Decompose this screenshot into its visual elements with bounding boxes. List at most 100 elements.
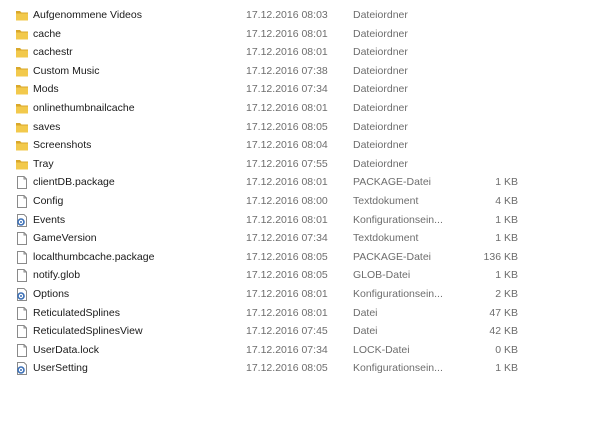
- list-item[interactable]: Custom Music 17.12.2016 07:38 Dateiordne…: [0, 62, 600, 81]
- file-name: Options: [33, 287, 70, 300]
- file-name: Screenshots: [33, 139, 92, 152]
- file-name: GameVersion: [33, 232, 97, 245]
- file-type: Konfigurationsein...: [353, 287, 443, 300]
- file-size: 2 KB: [495, 287, 518, 300]
- file-size: 1 KB: [495, 269, 518, 282]
- file-size: 47 KB: [489, 306, 518, 319]
- list-item[interactable]: cache 17.12.2016 08:01 Dateiordner: [0, 25, 600, 44]
- file-date-modified: 17.12.2016 08:05: [246, 120, 328, 133]
- file-type: Dateiordner: [353, 46, 408, 59]
- file-size: 42 KB: [489, 325, 518, 338]
- file-type: Konfigurationsein...: [353, 213, 443, 226]
- folder-icon: [15, 102, 29, 115]
- file-name: notify.glob: [33, 269, 81, 282]
- list-item[interactable]: saves 17.12.2016 08:05 Dateiordner: [0, 118, 600, 137]
- folder-icon: [15, 65, 29, 78]
- file-type: Datei: [353, 306, 378, 319]
- file-name: Events: [33, 213, 66, 226]
- file-type: PACKAGE-Datei: [353, 176, 431, 189]
- file-name: ReticulatedSplines: [33, 306, 120, 319]
- list-item[interactable]: Tray 17.12.2016 07:55 Dateiordner: [0, 155, 600, 174]
- file-size: 1 KB: [495, 213, 518, 226]
- list-item[interactable]: UserSetting 17.12.2016 08:05 Konfigurati…: [0, 359, 600, 378]
- file-type: GLOB-Datei: [353, 269, 411, 282]
- list-item[interactable]: Events 17.12.2016 08:01 Konfigurationsei…: [0, 211, 600, 230]
- file-type: Dateiordner: [353, 139, 408, 152]
- file-type: Dateiordner: [353, 101, 408, 114]
- list-item[interactable]: Options 17.12.2016 08:01 Konfigurationse…: [0, 285, 600, 304]
- folder-icon: [15, 139, 29, 152]
- file-icon: [15, 194, 29, 208]
- file-name: cachestr: [33, 46, 73, 59]
- file-date-modified: 17.12.2016 08:03: [246, 9, 328, 21]
- file-date-modified: 17.12.2016 08:04: [246, 139, 328, 152]
- file-type: Datei: [353, 325, 378, 338]
- file-date-modified: 17.12.2016 08:05: [246, 250, 328, 263]
- file-date-modified: 17.12.2016 08:01: [246, 101, 328, 114]
- file-date-modified: 17.12.2016 07:34: [246, 232, 328, 245]
- file-size: 1 KB: [495, 232, 518, 245]
- list-item[interactable]: cachestr 17.12.2016 08:01 Dateiordner: [0, 43, 600, 62]
- file-date-modified: 17.12.2016 07:55: [246, 157, 328, 170]
- file-date-modified: 17.12.2016 08:05: [246, 269, 328, 282]
- file-type: Dateiordner: [353, 64, 408, 77]
- file-date-modified: 17.12.2016 07:34: [246, 343, 328, 356]
- file-type: Dateiordner: [353, 27, 408, 40]
- file-type: Textdokument: [353, 232, 419, 245]
- file-date-modified: 17.12.2016 07:45: [246, 325, 328, 338]
- file-name: Mods: [33, 83, 59, 96]
- list-item[interactable]: localthumbcache.package 17.12.2016 08:05…: [0, 248, 600, 267]
- file-name: Custom Music: [33, 64, 100, 77]
- file-date-modified: 17.12.2016 07:38: [246, 64, 328, 77]
- list-item[interactable]: GameVersion 17.12.2016 07:34 Textdokumen…: [0, 229, 600, 248]
- file-type: Dateiordner: [353, 9, 408, 21]
- list-item[interactable]: Screenshots 17.12.2016 08:04 Dateiordner: [0, 136, 600, 155]
- file-icon: [15, 343, 29, 357]
- file-name: saves: [33, 120, 61, 133]
- file-icon: [15, 325, 29, 339]
- list-item[interactable]: clientDB.package 17.12.2016 08:01 PACKAG…: [0, 173, 600, 192]
- file-name: onlinethumbnailcache: [33, 101, 135, 114]
- file-type: Dateiordner: [353, 83, 408, 96]
- list-item[interactable]: Config 17.12.2016 08:00 Textdokument 4 K…: [0, 192, 600, 211]
- settings-file-icon: [15, 362, 29, 376]
- settings-file-icon: [15, 287, 29, 301]
- file-date-modified: 17.12.2016 08:05: [246, 362, 328, 375]
- file-icon: [15, 306, 29, 320]
- folder-icon: [15, 9, 29, 22]
- settings-file-icon: [15, 213, 29, 227]
- file-name: Aufgenommene Videos: [33, 9, 142, 21]
- list-item[interactable]: notify.glob 17.12.2016 08:05 GLOB-Datei …: [0, 266, 600, 285]
- list-item[interactable]: Mods 17.12.2016 07:34 Dateiordner: [0, 80, 600, 99]
- file-type: Textdokument: [353, 194, 419, 207]
- file-size: 1 KB: [495, 362, 518, 375]
- file-size: 1 KB: [495, 176, 518, 189]
- folder-icon: [15, 83, 29, 96]
- list-item[interactable]: onlinethumbnailcache 17.12.2016 08:01 Da…: [0, 99, 600, 118]
- list-item[interactable]: ReticulatedSplinesView 17.12.2016 07:45 …: [0, 322, 600, 341]
- list-item[interactable]: ReticulatedSplines 17.12.2016 08:01 Date…: [0, 304, 600, 323]
- file-date-modified: 17.12.2016 07:34: [246, 83, 328, 96]
- folder-icon: [15, 28, 29, 41]
- file-icon: [15, 269, 29, 283]
- file-date-modified: 17.12.2016 08:01: [246, 306, 328, 319]
- file-name: UserSetting: [33, 362, 88, 375]
- list-item[interactable]: UserData.lock 17.12.2016 07:34 LOCK-Date…: [0, 341, 600, 360]
- file-icon: [15, 176, 29, 190]
- file-date-modified: 17.12.2016 08:01: [246, 46, 328, 59]
- list-item[interactable]: Aufgenommene Videos 17.12.2016 08:03 Dat…: [0, 6, 600, 25]
- file-name: cache: [33, 27, 62, 40]
- file-name: ReticulatedSplinesView: [33, 325, 143, 338]
- file-date-modified: 17.12.2016 08:00: [246, 194, 328, 207]
- folder-icon: [15, 158, 29, 171]
- file-type: Dateiordner: [353, 120, 408, 133]
- file-size: 0 KB: [495, 343, 518, 356]
- file-icon: [15, 250, 29, 264]
- file-date-modified: 17.12.2016 08:01: [246, 213, 328, 226]
- folder-icon: [15, 46, 29, 59]
- file-date-modified: 17.12.2016 08:01: [246, 287, 328, 300]
- file-name: Tray: [33, 157, 54, 170]
- file-list: Aufgenommene Videos 17.12.2016 08:03 Dat…: [0, 6, 600, 378]
- folder-icon: [15, 121, 29, 134]
- file-name: clientDB.package: [33, 176, 115, 189]
